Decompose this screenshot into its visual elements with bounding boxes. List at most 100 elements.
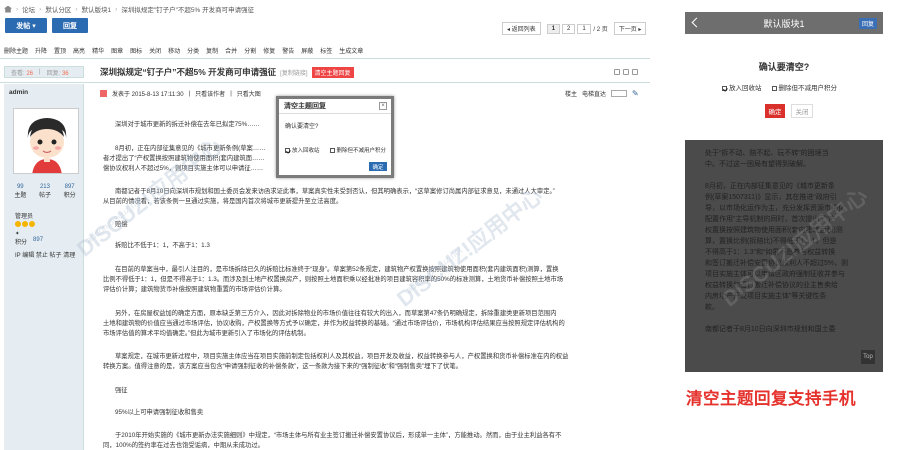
tool-bump[interactable]: 升降 [35,46,47,55]
clear-replies-dialog: 清空主题回复 × 确认要清空? 放入回收站 删除但不减用户积分 确定 [276,96,394,178]
edit-pen-icon[interactable]: ✎ [632,89,639,98]
mobile-dimmed-content: 处于“拆不动、赔不起、玩不转”的困境当 中。不过这一困局有望得到破解。 8月初，… [685,140,883,372]
tool-split[interactable]: 分割 [244,46,256,55]
mobile-close-button[interactable]: 关闭 [791,104,813,118]
post-button[interactable]: 发帖 ▾ [5,18,47,33]
page-input[interactable]: 1 [577,23,592,34]
rank-stars [15,221,35,227]
dialog-confirm-button[interactable]: 确定 [369,162,387,171]
recycle-option[interactable]: 放入回收站 [285,146,320,154]
mobile-text-line: 款。 [705,304,719,311]
tool-generate-article[interactable]: 生成文章 [339,46,363,55]
keep-credits-option[interactable]: 删除但不减用户积分 [329,146,386,154]
tool-repair[interactable]: 修复 [263,46,275,55]
mobile-recycle-checkbox[interactable] [722,85,727,91]
author-posts-label: 帖子 [38,193,51,199]
mobile-confirm-button[interactable]: 确定 [765,104,785,118]
breadcrumb-item[interactable]: 论坛 [22,4,35,14]
post-paragraph: 草案规定，在城市更新过程中，项目实施主体应当在项目实施前制定包括权利人及其权益，… [115,353,569,360]
dialog-close-button[interactable]: × [379,102,387,110]
replies-count: 36 [61,70,69,77]
tool-move[interactable]: 移动 [168,46,180,55]
only-images-link[interactable]: 只看大图 [237,89,261,98]
mobile-text-line: 8月初，正在内部征集意见的《城市更新条 [705,183,835,190]
post-paragraph: 拆赔比不低于1：1，不高于1：1.3 [115,242,210,249]
forum-page: › 论坛 › 默认分区 › 默认版块1 › 深圳拟规定"钉子户"不超5% 开发商… [0,0,650,450]
thread-title-row: 深圳拟规定“钉子户”不超5% 开发商可申请强征 [复制链接] 清空主题回复 [100,66,354,78]
keep-credits-checkbox[interactable] [329,148,335,154]
author-role[interactable]: 管理员 [15,211,33,220]
mobile-question: 确认要清空? [758,62,810,72]
mobile-text-line: 配置作用”主导机制的同时，首次提出了“产 [705,216,836,223]
recycle-checkbox[interactable] [285,148,290,154]
mobile-text-line: 和签订搬迁补偿安置协议权利人不超过5%，则 [705,260,849,267]
breadcrumb: › 论坛 › 默认分区 › 默认版块1 › 深圳拟规定"钉子户"不超5% 开发商… [4,3,254,15]
next-page-button[interactable]: 下一页 ▸ [613,22,647,35]
copy-link[interactable]: [复制链接] [280,68,307,77]
tool-close[interactable]: 关闭 [149,46,161,55]
tool-warn[interactable]: 警告 [282,46,294,55]
tool-sticky[interactable]: 置顶 [54,46,66,55]
next-thread-icon[interactable] [632,69,638,75]
mobile-reply-button[interactable]: 回复 [858,18,877,29]
post-paragraph: 同，100%的签约率在过去也饱受诟病，中期从未成功过。 [103,442,264,449]
post-paragraph: 土地和建筑物的价值应当通过市场评估，协议收购，产权置换等方式予以确定，并作为权益… [103,320,565,327]
tool-block[interactable]: 屏蔽 [301,46,313,55]
recycle-label: 放入回收站 [292,148,320,154]
tool-delete[interactable]: 删除主题 [4,46,28,55]
post-paragraph: 在目前的草案当中，最引人注目的，是市场拆除已久的拆赔比标准终于“现身”。草案第5… [115,266,559,273]
title-icons [614,69,638,75]
back-arrow-icon[interactable] [691,17,702,28]
page-1[interactable]: 1 [546,23,561,34]
breadcrumb-item[interactable]: 深圳拟规定"钉子户"不超5% 开发商可申请强征 [121,4,254,14]
mobile-text-line: 权益转换和签订搬迁补偿协议的业主售卖给 [705,282,838,289]
mobile-text-line: 权置换按照建筑物使用面积(套内建筑面积)测 [705,227,843,234]
back-to-list-button[interactable]: ◂ 返回列表 [502,22,541,35]
mobile-keep-credits-checkbox[interactable] [771,85,777,91]
points-label: 积分 [15,240,28,246]
mobile-forum-title: 默认版块1 [763,18,805,29]
mobile-text-line: 不得高于1：1.3”和“如果不愿参与权益转换 [705,249,836,256]
reply-button-label: 回复 [63,22,77,30]
points-value: 897 [33,237,44,243]
page-2[interactable]: 2 [562,23,576,34]
reply-button[interactable]: 回复 [52,18,88,33]
admin-links[interactable]: IP 编辑 禁止 帖子 清理 [15,250,75,259]
tool-category[interactable]: 分类 [187,46,199,55]
tool-stamp[interactable]: 图章 [111,46,123,55]
author-stats: 99 主题 213 帖子 897 积分 [8,184,82,199]
tool-copy[interactable]: 复制 [206,46,218,55]
back-to-top-button[interactable]: Top [861,350,875,364]
post-date: 发表于 2015-8-13 17:11:30 [112,92,184,98]
mobile-text-line: 算，置换比例(拆赔比)不得低于1：1，但是 [705,238,837,245]
mobile-keep-credits-option[interactable]: 删除但不减用户积分 [771,82,838,92]
mobile-text-line: 内房地产开发项目实施主体”等关键性条 [705,293,827,300]
tool-merge[interactable]: 合并 [225,46,237,55]
online-icon [100,90,107,97]
star-icon [15,221,21,227]
moderation-toolbar: 删除主题 升降 置顶 高亮 精华 图章 图标 关闭 移动 分类 复制 合并 分割… [0,44,650,56]
only-author-link[interactable]: 只看该作者 [195,89,225,98]
print-icon[interactable] [614,69,620,75]
tool-highlight[interactable]: 高亮 [73,46,85,55]
breadcrumb-item[interactable]: 默认分区 [45,4,71,14]
mobile-recycle-option[interactable]: 放入回收站 [722,82,762,92]
tool-icon[interactable]: 图标 [130,46,142,55]
tool-digest[interactable]: 精华 [92,46,104,55]
mobile-text-line: 处于“拆不动、赔不起、玩不转”的困境当 [705,150,829,157]
author-name[interactable]: admin [9,89,28,96]
author-threads-label: 主题 [14,193,27,199]
clear-replies-tag[interactable]: 清空主题回复 [311,66,354,78]
post-meta: 发表于 2015-8-13 17:11:30 | 只看该作者 | 只看大图 [100,89,261,98]
star-icon [29,221,35,227]
dialog-options: 放入回收站 删除但不减用户积分 [285,146,386,154]
dialog-title: 清空主题回复 [279,99,391,114]
jump-input[interactable] [611,90,628,97]
avatar[interactable] [13,108,79,174]
home-icon[interactable] [4,5,12,13]
breadcrumb-item[interactable]: 默认版块1 [82,4,112,14]
tool-tag[interactable]: 标签 [320,46,332,55]
mobile-keep-credits-label: 删除但不减用户积分 [778,85,838,92]
prev-thread-icon[interactable] [623,69,629,75]
mobile-text-line: 南都记者于8月10日向深圳市规划和国土委 [705,326,836,333]
